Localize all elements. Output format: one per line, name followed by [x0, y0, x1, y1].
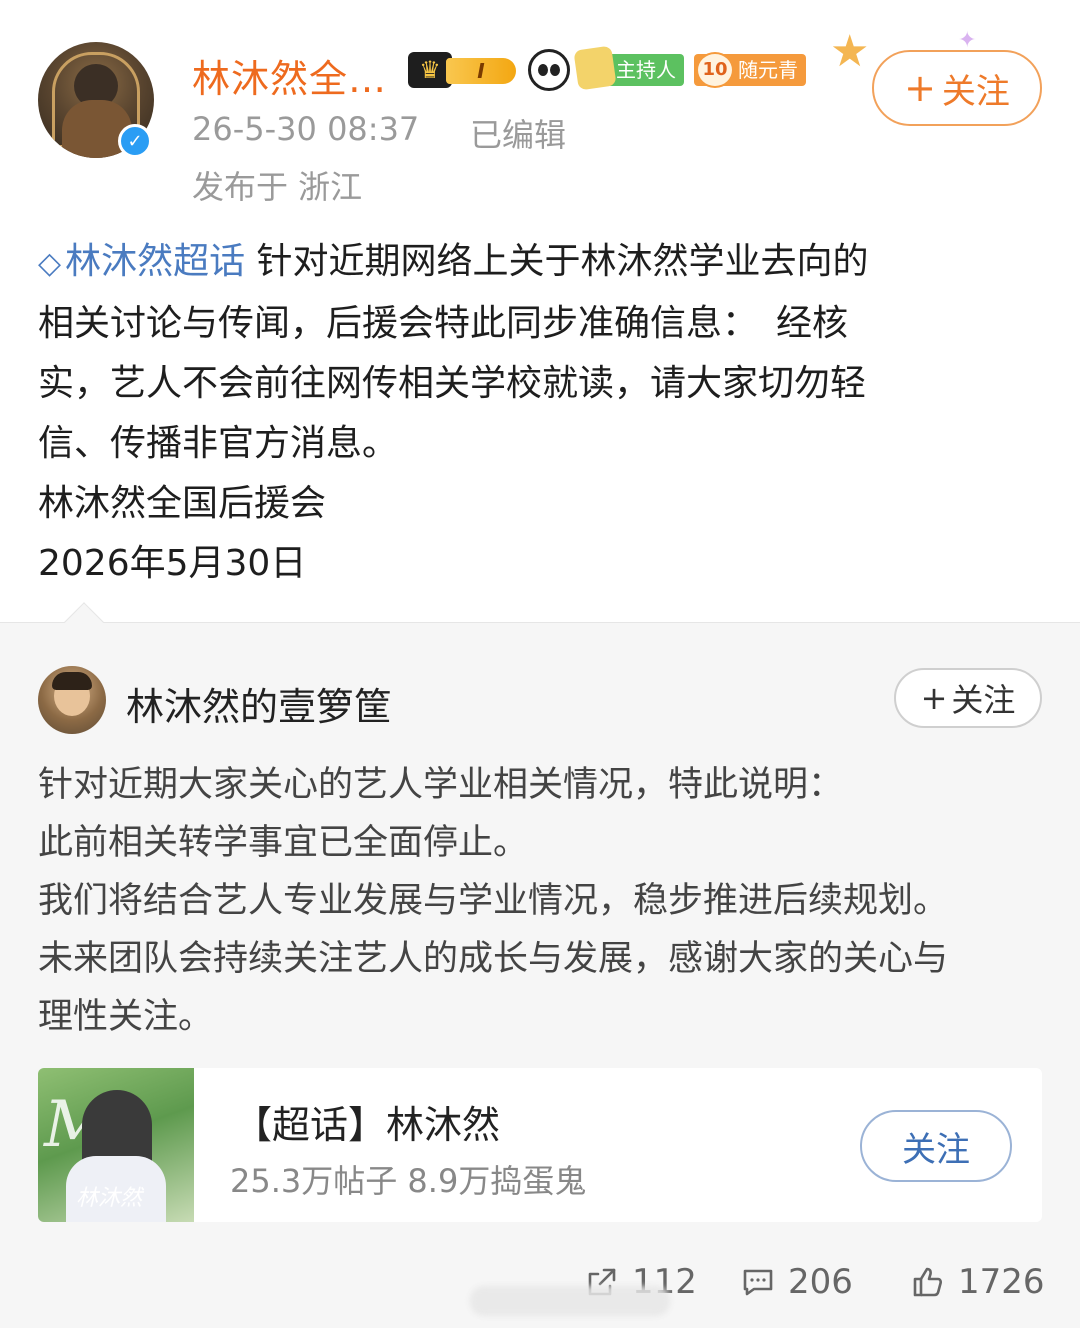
supertopic-link-label: 林沐然超话: [65, 241, 246, 282]
post-body: ◇ 林沐然超话 针对近期网络上关于林沐然学业去向的 相关讨论与传闻，后援会特此同步…: [38, 232, 1038, 594]
post-body-line: 实，艺人不会前往网传相关学校就读，请大家切勿轻: [38, 363, 867, 404]
supertopic-stats: 25.3万帖子 8.9万捣蛋鬼: [230, 1162, 587, 1200]
repost-body-line: 我们将结合艺人专业发展与学业情况，稳步推进后续规划。: [38, 881, 949, 921]
fan-level-label: 随元青: [738, 58, 798, 82]
crown-badge[interactable]: ♛ I: [408, 50, 518, 90]
thumbs-up-icon: [913, 1267, 942, 1297]
host-badge[interactable]: 主持人: [573, 45, 684, 91]
supertopic-link[interactable]: ◇ 林沐然超话: [38, 241, 245, 282]
follow-button-label: 关注: [941, 71, 1010, 112]
repost-body-line: 针对近期大家关心的艺人学业相关情况，特此说明：: [38, 765, 844, 805]
diamond-icon: ◇: [38, 246, 62, 281]
post-signature: 林沐然全国后援会: [38, 483, 327, 524]
post-body-line: 信、传播非官方消息。: [38, 423, 399, 464]
follow-button[interactable]: + 关注: [872, 50, 1042, 126]
repost-body-line: 未来团队会持续关注艺人的成长与发展，感谢大家的关心与: [38, 939, 949, 979]
post-date: 2026年5月30日: [38, 543, 307, 584]
repost-body: 针对近期大家关心的艺人学业相关情况，特此说明： 此前相关转学事宜已全面停止。 我…: [38, 756, 1048, 1046]
repost-body-line: 理性关注。: [38, 997, 214, 1037]
user-badges: ♛ I 主持人 10 随元青: [408, 45, 806, 92]
comment-count: 206: [788, 1262, 853, 1302]
comment-button[interactable]: 206: [740, 1252, 853, 1312]
repost-author-avatar[interactable]: [38, 666, 106, 734]
like-button[interactable]: 1726: [910, 1252, 1045, 1312]
post-body-line: 相关讨论与传闻，后援会特此同步准确信息： 经核: [38, 303, 849, 344]
supertopic-card[interactable]: M 林沐然 【超话】林沐然 25.3万帖子 8.9万捣蛋鬼 关注: [38, 1068, 1042, 1222]
supertopic-thumbnail: M 林沐然: [38, 1068, 194, 1222]
verified-icon: ✓: [118, 124, 152, 158]
repost-follow-label: 关注: [951, 681, 1016, 719]
host-badge-label: 主持人: [616, 58, 676, 82]
repost-follow-button[interactable]: + 关注: [894, 668, 1042, 728]
comment-icon: [743, 1269, 773, 1296]
author-name[interactable]: 林沐然全…: [192, 48, 387, 103]
watermark-overlay: [470, 1286, 670, 1316]
like-count: 1726: [958, 1262, 1045, 1302]
host-badge-icon: [573, 45, 617, 91]
plus-icon: +: [904, 66, 936, 110]
supertopic-follow-button[interactable]: 关注: [860, 1110, 1012, 1182]
repost-body-line: 此前相关转学事宜已全面停止。: [38, 823, 529, 863]
plus-icon: +: [920, 679, 948, 717]
post-location: 发布于 浙江: [192, 168, 363, 206]
repost-author-name[interactable]: 林沐然的壹箩筐: [126, 676, 392, 731]
post-body-line: ◇ 林沐然超话 针对近期网络上关于林沐然学业去向的: [38, 232, 1038, 294]
crown-badge-tag: I: [446, 58, 516, 84]
edited-label[interactable]: 已编辑: [470, 110, 566, 156]
post-timestamp: 26-5-30 08:37: [192, 110, 420, 148]
post-text: 针对近期网络上关于林沐然学业去向的: [256, 241, 869, 282]
panda-icon[interactable]: [528, 49, 570, 91]
fan-level-number: 10: [696, 52, 734, 88]
avatar-hair: [52, 672, 92, 690]
thumbnail-signature: 林沐然: [76, 1186, 143, 1211]
fan-level-badge[interactable]: 10 随元青: [694, 52, 806, 88]
supertopic-title: 【超话】林沐然: [234, 1103, 501, 1147]
